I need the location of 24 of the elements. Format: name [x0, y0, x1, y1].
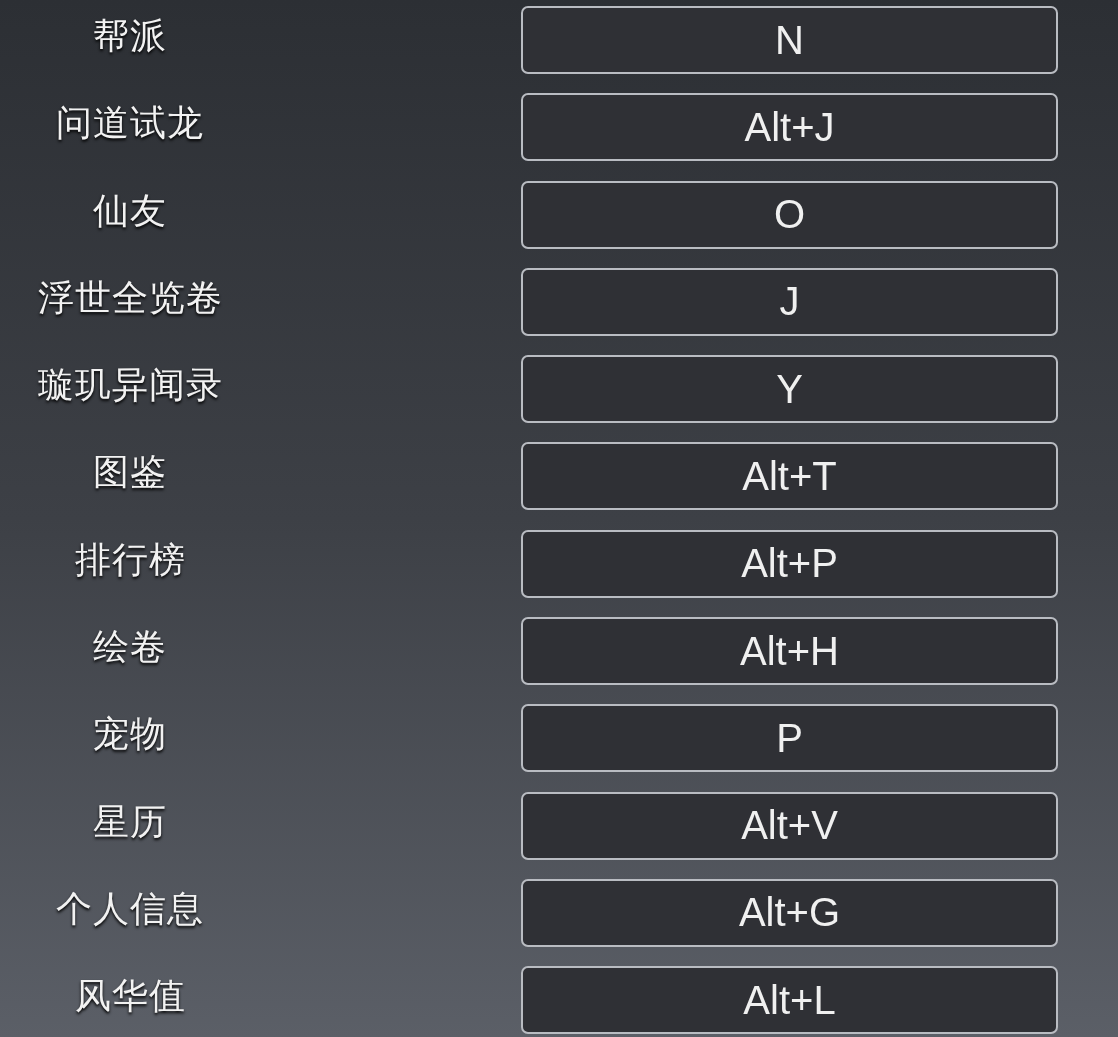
- key-binding-button[interactable]: Y: [521, 355, 1058, 424]
- action-label: 璇玑异闻录: [37, 363, 223, 408]
- action-label: 绘卷: [93, 625, 167, 670]
- action-label: 问道试龙: [56, 101, 204, 146]
- action-label: 星历: [93, 799, 167, 844]
- action-label: 宠物: [93, 712, 167, 757]
- action-label: 仙友: [93, 188, 167, 233]
- action-label: 个人信息: [56, 886, 204, 931]
- key-binding-button[interactable]: Alt+L: [521, 966, 1058, 1035]
- key-binding-button[interactable]: Alt+G: [521, 878, 1058, 947]
- key-binding-button[interactable]: P: [521, 704, 1058, 773]
- key-binding-button[interactable]: Alt+J: [521, 93, 1058, 162]
- action-label: 排行榜: [74, 537, 186, 582]
- key-binding-button[interactable]: J: [521, 267, 1058, 336]
- action-label: 浮世全览卷: [37, 275, 223, 320]
- key-binding-button[interactable]: Alt+T: [521, 442, 1058, 511]
- key-binding-button[interactable]: Alt+H: [521, 617, 1058, 686]
- key-binding-button[interactable]: Alt+P: [521, 529, 1058, 598]
- key-binding-button[interactable]: N: [521, 6, 1058, 74]
- action-label: 帮派: [93, 14, 167, 58]
- key-binding-button[interactable]: O: [521, 180, 1058, 249]
- action-label: 风华值: [74, 974, 186, 1019]
- key-binding-button[interactable]: Alt+V: [521, 791, 1058, 860]
- action-label: 图鉴: [93, 450, 167, 495]
